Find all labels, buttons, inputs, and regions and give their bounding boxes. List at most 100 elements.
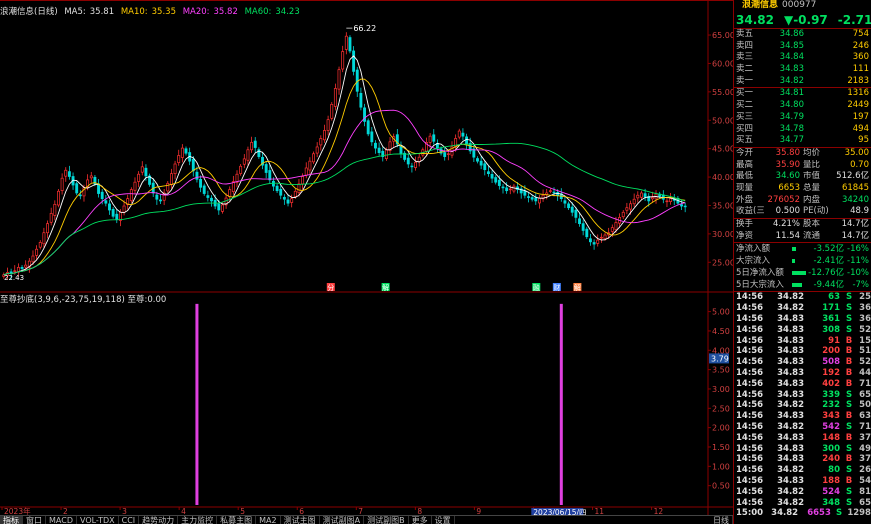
tick-row: 14:56 34.83 339 S 65 <box>734 390 871 401</box>
bottom-tab[interactable]: MA2 <box>256 516 281 524</box>
kline-chart-svg[interactable]: 65.0060.0055.0050.0045.0040.0035.0030.00… <box>0 0 733 515</box>
flow-bar-wrap <box>792 267 808 279</box>
stat-value: 48.9 <box>850 206 869 217</box>
indicator-tick-label: 3.50 <box>712 366 730 375</box>
tick-side: B <box>845 475 853 486</box>
bottom-tab[interactable]: 指标 <box>0 516 23 524</box>
bottom-tab[interactable]: 测试副图A <box>320 516 365 524</box>
bottom-tab[interactable]: 测试副图B <box>364 516 409 524</box>
tick-count: 37 <box>859 432 871 443</box>
bottom-tab[interactable]: CCI <box>119 516 140 524</box>
candle-body <box>330 103 334 119</box>
candle-body <box>443 152 447 157</box>
price-tick-label: 40.00 <box>712 173 733 182</box>
fund-flow-row: 净流入额 -3.52亿 -16% <box>734 243 871 255</box>
bottom-tab[interactable]: 趋势动力 <box>139 516 179 524</box>
bid-level: 买三 34.79 197 <box>734 112 871 124</box>
candle-body <box>333 88 337 107</box>
ask-level: 卖二 34.83 111 <box>734 64 871 76</box>
tick-count: 37 <box>859 454 871 465</box>
indicator-tick-label: 2.00 <box>712 424 730 433</box>
tick-side: B <box>845 367 853 378</box>
ask-volume: 111 <box>852 64 869 75</box>
tick-row: 14:56 34.83 300 S 49 <box>734 444 871 455</box>
tick-price: 34.83 <box>777 335 804 346</box>
bottom-tab[interactable]: 设置 <box>432 516 455 524</box>
price-tick-label: 30.00 <box>712 230 733 239</box>
bid-volume: 2449 <box>847 100 869 111</box>
ask-price: 34.86 <box>779 29 804 39</box>
candle-body <box>115 213 119 220</box>
bottom-tab[interactable]: 更多 <box>409 516 432 524</box>
candle-body <box>180 147 184 158</box>
candle-body <box>599 236 603 239</box>
chart-area[interactable]: 65.00 60.00 55.00 50.00 45.00 40.00 35.00 30.00… <box>0 0 733 524</box>
tick-side: B <box>845 346 853 357</box>
bid-price: 34.79 <box>779 111 804 122</box>
price-tick-label: 65.00 <box>712 31 733 40</box>
candle-body <box>268 170 272 181</box>
bottom-tab[interactable]: 私募主图 <box>217 516 257 524</box>
stat-label: 最低 <box>736 171 754 182</box>
indicator-tick-label: 5.00 <box>712 308 730 317</box>
tick-row: 14:56 34.83 192 B 44 <box>734 368 871 379</box>
tick-time: 14:56 <box>736 497 764 508</box>
stat-value: 0.500 <box>775 206 800 217</box>
ma5-line <box>3 55 686 276</box>
bottom-tab[interactable]: MACD <box>46 516 77 524</box>
candle-body <box>683 205 687 208</box>
indicator-tick-label: 4.50 <box>712 327 730 336</box>
candle-body <box>20 267 24 269</box>
indicator-tick-label: 1.50 <box>712 443 730 452</box>
tick-side: S <box>845 313 853 324</box>
tick-volume: 339 <box>822 389 840 400</box>
tick-time: 14:56 <box>736 465 764 476</box>
candle-body <box>596 239 600 244</box>
period-selector[interactable]: 日线 <box>710 516 733 524</box>
stat-label: 最高 <box>736 159 754 170</box>
candle-body <box>323 130 326 141</box>
tick-time: 14:56 <box>736 346 764 357</box>
tick-time: 14:56 <box>736 378 764 389</box>
bid-price: 34.81 <box>779 88 804 99</box>
tick-time: 14:56 <box>736 475 764 486</box>
bid-volume: 95 <box>858 135 869 146</box>
candle-body <box>38 242 42 248</box>
candle-body <box>457 130 461 138</box>
flow-bar <box>792 283 802 288</box>
stats-grid: 今开 35.80 均价 35.00 最高 35.90 量比 0.70 最低 34.60 市值 512.… <box>734 148 871 218</box>
candle-body <box>512 185 516 192</box>
price-tick-label: 55.00 <box>712 88 733 97</box>
candle-body <box>78 194 82 197</box>
stat-label: 收益(三) <box>736 206 764 217</box>
bottom-tab[interactable]: 主力监控 <box>178 516 218 524</box>
indicator-value: 0.00 <box>147 295 167 305</box>
tick-count: 65 <box>859 497 871 508</box>
tick-row: 14:56 34.83 188 B 54 <box>734 476 871 487</box>
stat-value: 276052 <box>767 194 800 205</box>
ask-label: 卖四 <box>736 40 754 51</box>
bottom-tab[interactable]: 窗口 <box>23 516 46 524</box>
candle-body <box>370 131 374 143</box>
bottom-tab[interactable]: VOL-TDX <box>77 516 119 524</box>
tick-list[interactable]: 14:56 34.82 63 S 25 14:56 34.82 171 S 36 14:56 34.8… <box>734 292 871 519</box>
stat-label: 市值 <box>803 171 821 182</box>
candle-body <box>199 178 203 188</box>
flow-bar <box>792 271 806 276</box>
tick-volume: 402 <box>822 378 840 389</box>
candle-body <box>665 200 669 203</box>
quote-panel: 浪潮信息000977 34.82 ▼-0.97 -2.71% 卖五 34.86 75… <box>733 0 871 524</box>
legend-ma60-label: MA60: <box>244 7 272 17</box>
tick-side: B <box>845 432 853 443</box>
candle-body <box>581 223 585 231</box>
stat-label: 内盘 <box>803 194 821 205</box>
candle-body <box>643 193 647 198</box>
time-tick-label: 3 <box>122 507 127 515</box>
tick-volume: 63 <box>828 292 840 303</box>
tick-time: 14:56 <box>736 486 764 497</box>
tick-time: 14:56 <box>736 357 764 368</box>
candle-body <box>640 192 643 198</box>
bottom-tab[interactable]: 测试主图 <box>281 516 320 524</box>
tick-side: B <box>845 454 853 465</box>
tick-count: 44 <box>859 367 871 378</box>
